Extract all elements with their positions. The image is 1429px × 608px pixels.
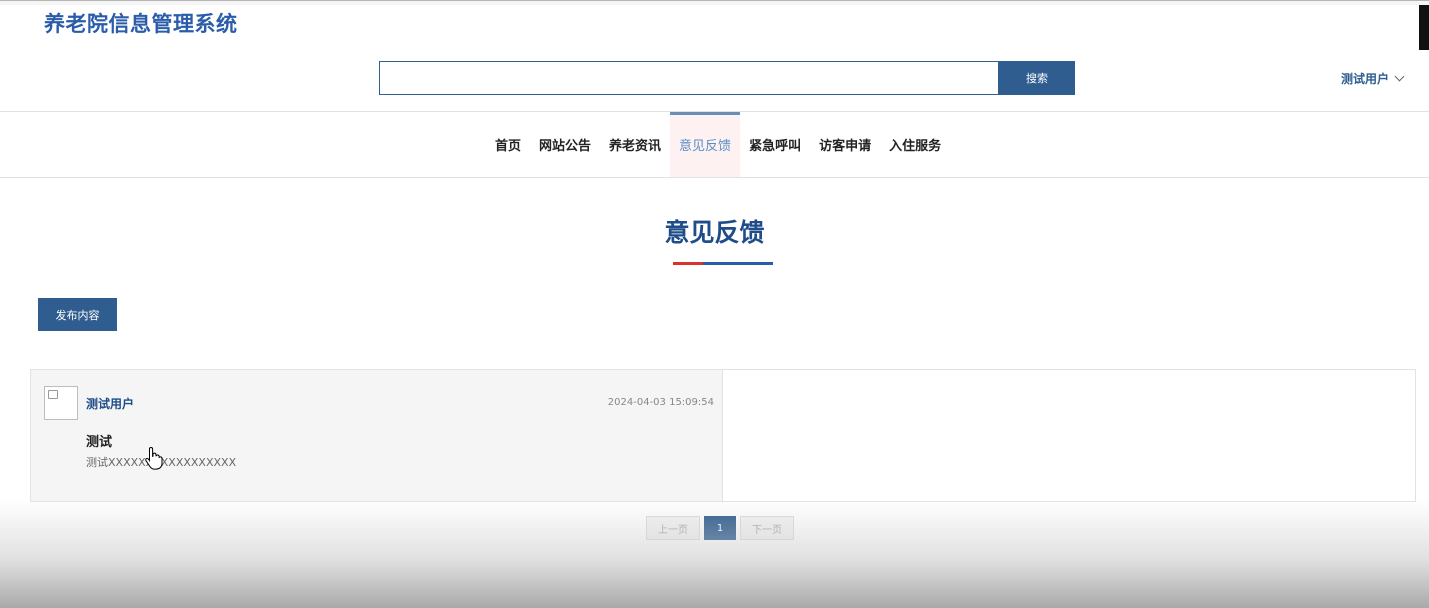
site-title: 养老院信息管理系统 <box>44 12 238 36</box>
search-button[interactable]: 搜索 <box>999 61 1075 95</box>
nav-list: 首页 网站公告 养老资讯 意见反馈 紧急呼叫 访客申请 入住服务 <box>486 112 950 177</box>
pagination: 上一页 1 下一页 <box>646 516 794 540</box>
feedback-item[interactable]: 测试用户 2024-04-03 15:09:54 测试 测试XXXXXXXXXX… <box>31 370 723 501</box>
scrollbar-corner <box>1419 5 1429 50</box>
hand-cursor-icon <box>145 446 163 470</box>
feedback-card: 测试用户 2024-04-03 15:09:54 测试 测试XXXXXXXXXX… <box>30 369 1416 502</box>
search-bar: 搜索 <box>379 61 1075 95</box>
nav-item-emergency[interactable]: 紧急呼叫 <box>740 112 810 177</box>
nav-item-visitor[interactable]: 访客申请 <box>810 112 880 177</box>
window-top-border <box>0 0 1429 5</box>
page-number-button[interactable]: 1 <box>704 516 736 540</box>
title-underline-accent <box>673 262 703 265</box>
avatar <box>44 386 78 420</box>
publish-button[interactable]: 发布内容 <box>38 298 117 331</box>
nav-item-feedback[interactable]: 意见反馈 <box>670 112 741 177</box>
search-input[interactable] <box>379 61 999 95</box>
prev-page-button[interactable]: 上一页 <box>646 516 700 540</box>
nav-item-home[interactable]: 首页 <box>486 112 530 177</box>
nav-item-checkin[interactable]: 入住服务 <box>880 112 950 177</box>
user-menu[interactable]: 测试用户 <box>1340 70 1405 87</box>
feedback-time: 2024-04-03 15:09:54 <box>607 397 714 408</box>
page-title: 意见反馈 <box>664 218 765 247</box>
nav-item-announcements[interactable]: 网站公告 <box>530 112 600 177</box>
main-nav: 首页 网站公告 养老资讯 意见反馈 紧急呼叫 访客申请 入住服务 <box>0 111 1429 178</box>
next-page-button[interactable]: 下一页 <box>740 516 794 540</box>
feedback-user: 测试用户 <box>86 397 135 411</box>
broken-image-icon <box>48 390 58 399</box>
feedback-title: 测试 <box>86 435 113 450</box>
user-name: 测试用户 <box>1340 72 1389 86</box>
chevron-down-icon <box>1394 71 1405 82</box>
nav-item-news[interactable]: 养老资讯 <box>600 112 670 177</box>
